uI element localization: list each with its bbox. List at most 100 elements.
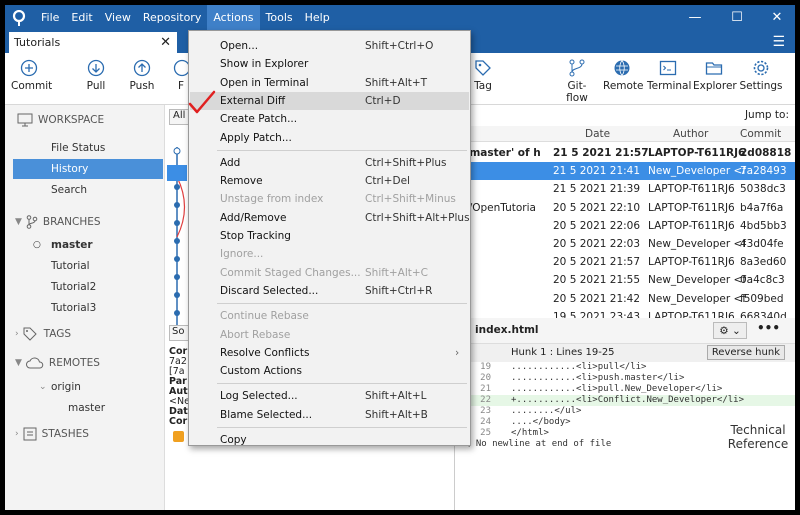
remote-origin-label: origin — [51, 381, 81, 393]
push-button[interactable]: Push — [127, 59, 157, 92]
chevron-right-icon: › — [15, 429, 19, 439]
menu-item-open-in-terminal[interactable]: Open in Terminal Shift+Alt+T — [190, 74, 469, 92]
branches-header[interactable]: ▼ BRANCHES — [15, 215, 101, 229]
remote-branch-master[interactable]: master — [13, 398, 163, 418]
history-row[interactable]: 20 5 2021 22:03 New_Developer <f 43d04fe — [455, 235, 795, 253]
diff-options-button[interactable]: ⚙ ⌄ — [713, 322, 747, 339]
menu-separator — [217, 427, 467, 428]
diff-line: 20 ............<li>push.master</li> — [455, 373, 795, 384]
history-row[interactable]: 20 5 2021 21:55 New_Developer <f 0a4c8c3 — [455, 271, 795, 289]
branch-filter-select[interactable]: All — [169, 109, 189, 125]
stashes-header[interactable]: › STASHES — [15, 427, 89, 441]
sidebar-item-history[interactable]: History — [13, 159, 163, 179]
history-row[interactable]: h 'master' of h 21 5 2021 21:57 LAPTOP-T61… — [455, 144, 795, 162]
history-row[interactable]: git/OpenTutoria 20 5 2021 22:10 LAPTOP-T61… — [455, 199, 795, 217]
line-text: </html> — [511, 428, 549, 438]
fetch-icon — [173, 59, 189, 77]
maximize-button[interactable]: ☐ — [717, 5, 757, 30]
hunk-bar: Hunk 1 : Lines 19-25 Reverse hunk — [455, 344, 795, 362]
column-author[interactable]: Author — [673, 128, 708, 140]
menu-tools[interactable]: Tools — [260, 5, 299, 30]
remotes-label: REMOTES — [48, 357, 100, 369]
tags-header[interactable]: › TAGS — [15, 327, 71, 341]
terminal-button[interactable]: Terminal — [647, 59, 692, 92]
branch-tutorial[interactable]: Tutorial — [13, 256, 163, 276]
sidebar-item-search[interactable]: Search — [13, 180, 163, 200]
line-text: ............<li>push.master</li> — [511, 373, 685, 383]
row-date: 21 5 2021 21:57 — [553, 147, 649, 159]
pull-button[interactable]: Pull — [81, 59, 111, 92]
menu-file[interactable]: File — [35, 5, 65, 30]
menu-item-resolve-conflicts[interactable]: Resolve Conflicts › — [190, 344, 469, 362]
remote-origin[interactable]: ⌄ origin — [13, 377, 163, 397]
menu-actions[interactable]: Actions — [207, 5, 260, 30]
menu-view[interactable]: View — [99, 5, 137, 30]
menu-item-label: Stop Tracking — [220, 230, 291, 242]
menu-item-label: Ignore... — [220, 248, 264, 261]
settings-button[interactable]: Settings — [739, 59, 783, 92]
remotes-header[interactable]: ▼ REMOTES — [15, 357, 100, 369]
explorer-button[interactable]: Explorer — [693, 59, 737, 92]
menu-item-show-in-explorer[interactable]: Show in Explorer — [190, 55, 469, 73]
menu-item-discard-selected[interactable]: Discard Selected... Shift+Ctrl+R — [190, 282, 469, 300]
more-options-icon[interactable]: ••• — [757, 321, 780, 335]
menu-item-apply-patch[interactable]: Apply Patch... — [190, 129, 469, 147]
row-date: 20 5 2021 21:57 — [553, 256, 641, 269]
history-row[interactable]: 20 5 2021 21:42 New_Developer <f f509bed — [455, 290, 795, 308]
reverse-hunk-button[interactable]: Reverse hunk — [706, 345, 785, 360]
gitflow-button[interactable]: Git-flow — [557, 59, 597, 104]
gitflow-label: Git-flow — [566, 80, 588, 104]
line-text: ............<li>pull.New_Developer</li> — [511, 384, 723, 394]
minimize-button[interactable]: — — [675, 5, 715, 30]
row-commit: f509bed — [740, 292, 784, 305]
menu-item-label: Unstage from index — [220, 193, 324, 206]
menu-item-add-remove[interactable]: Add/Remove Ctrl+Shift+Alt+Plus — [190, 209, 470, 227]
row-commit: 43d04fe — [740, 238, 784, 250]
menu-separator — [217, 383, 467, 385]
branches-label: BRANCHES — [42, 216, 101, 228]
menu-item-copy[interactable]: Copy — [190, 431, 469, 449]
hamburger-menu-icon[interactable]: ☰ — [772, 34, 785, 50]
line-text: \ No newline at end of file — [465, 439, 612, 449]
remote-button[interactable]: Remote — [603, 59, 644, 92]
menu-item-external-diff[interactable]: External Diff Ctrl+D — [190, 91, 469, 110]
history-row[interactable]: 20 5 2021 22:06 LAPTOP-T611RJ6 4bd5bb3 — [455, 217, 795, 235]
terminal-label: Terminal — [647, 80, 692, 92]
row-author: LAPTOP-T611RJ6 — [648, 201, 735, 214]
branch-tutorial3[interactable]: Tutorial3 — [13, 298, 163, 318]
tag-button[interactable]: Tag — [468, 59, 498, 92]
menu-item-add[interactable]: Add Ctrl+Shift+Plus — [190, 154, 469, 172]
sort-select[interactable]: So — [169, 325, 189, 341]
menu-edit[interactable]: Edit — [65, 5, 98, 30]
menu-item-label: Blame Selected... — [220, 408, 313, 421]
menu-item-open[interactable]: Open... Shift+Ctrl+O — [190, 37, 469, 55]
history-row[interactable]: 20 5 2021 21:57 LAPTOP-T611RJ6 8a3ed60 — [455, 253, 795, 271]
column-date[interactable]: Date — [585, 128, 610, 140]
fetch-button[interactable]: F — [173, 59, 189, 92]
history-row[interactable]: 21 5 2021 21:41 New_Developer <f 7a28493 — [455, 162, 795, 181]
row-author: LAPTOP-T611RJ6 — [648, 256, 735, 269]
branch-tutorial2[interactable]: Tutorial2 — [13, 277, 163, 297]
menu-item-custom-actions[interactable]: Custom Actions — [190, 362, 469, 380]
menu-item-stop-tracking[interactable]: Stop Tracking — [190, 227, 469, 245]
menu-item-create-patch[interactable]: Create Patch... — [190, 110, 469, 128]
tab-close-icon[interactable]: ✕ — [160, 32, 171, 53]
repo-tab[interactable]: Tutorials ✕ — [9, 32, 177, 53]
repo-tab-label: Tutorials — [14, 36, 61, 49]
menu-item-remove[interactable]: Remove Ctrl+Del — [190, 172, 469, 190]
commit-button[interactable]: Commit — [11, 59, 52, 92]
menu-help[interactable]: Help — [299, 5, 336, 30]
row-commit: 0a4c8c3 — [740, 274, 785, 287]
menu-item-log-selected[interactable]: Log Selected... Shift+Alt+L — [190, 387, 469, 405]
column-commit[interactable]: Commit — [740, 128, 781, 140]
history-row[interactable]: 21 5 2021 21:39 LAPTOP-T611RJ6 5038dc3 — [455, 180, 795, 198]
menu-item-shortcut: Ctrl+Shift+Minus — [365, 193, 456, 206]
row-date: 20 5 2021 21:42 — [553, 292, 641, 305]
menu-item-label: Commit Staged Changes... — [220, 266, 361, 279]
chevron-down-icon: ⌄ — [39, 382, 47, 392]
branch-master[interactable]: ○ master — [13, 235, 163, 255]
menu-repository[interactable]: Repository — [137, 5, 208, 30]
menu-item-blame-selected[interactable]: Blame Selected... Shift+Alt+B — [190, 406, 469, 424]
close-window-button[interactable]: ✕ — [757, 5, 795, 30]
sidebar-item-file-status[interactable]: File Status — [13, 138, 163, 158]
